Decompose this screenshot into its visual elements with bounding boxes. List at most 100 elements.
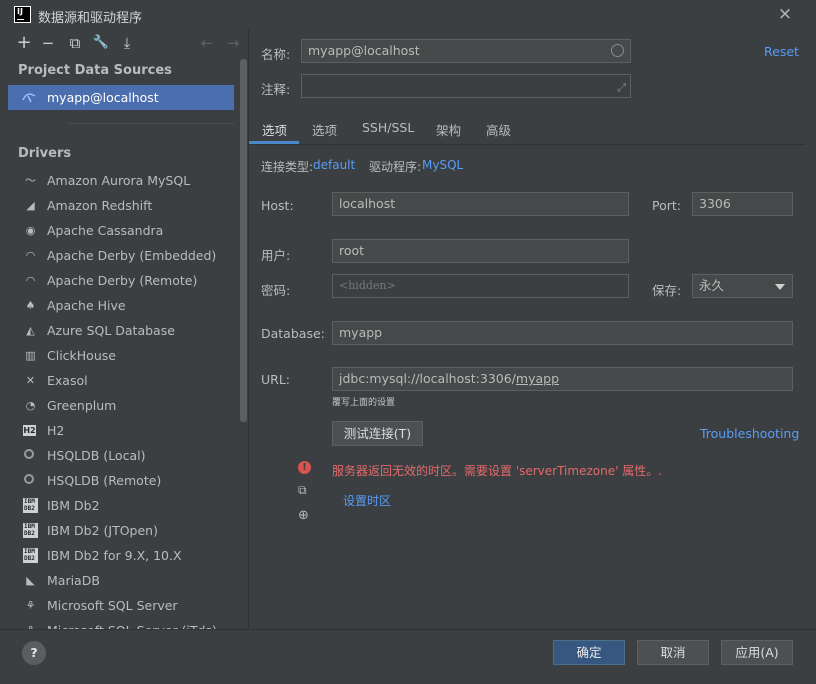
driver-label: 驱动程序: [369, 160, 422, 174]
tab-schemas[interactable]: 架构 [436, 120, 461, 139]
url-input[interactable]: jdbc:mysql://localhost:3306/myapp [332, 367, 793, 391]
wrench-icon[interactable]: 🔧 [91, 33, 111, 53]
host-input[interactable]: localhost [332, 192, 629, 216]
driver-item[interactable]: H2 H2 [8, 418, 238, 443]
driver-item[interactable]: ◔ Greenplum [8, 393, 238, 418]
exasol-icon: ✕ [25, 374, 36, 387]
password-label: 密码: [261, 283, 291, 298]
password-input[interactable]: <hidden> [332, 274, 629, 298]
reset-link[interactable]: Reset [764, 44, 799, 59]
driver-item-label: Greenplum [47, 398, 117, 413]
comment-label: 注释: [261, 82, 291, 97]
cancel-button[interactable]: 取消 [637, 640, 709, 665]
test-connection-button[interactable]: 测试连接(T) [332, 421, 423, 446]
back-arrow-icon[interactable]: ← [197, 33, 217, 53]
save-mode-value: 永久 [699, 278, 725, 293]
close-icon[interactable]: × [775, 4, 795, 24]
hive-icon: ♠ [25, 299, 36, 312]
h2-icon: H2 [23, 425, 36, 436]
ibm-db2-icon: IBM DB2 [23, 548, 38, 563]
azure-icon: ◭ [26, 324, 35, 337]
error-icon: ! [298, 461, 311, 474]
driver-item[interactable]: HSQLDB (Remote) [8, 468, 238, 493]
driver-item[interactable]: ◠ Apache Derby (Embedded) [8, 243, 238, 268]
driver-item[interactable]: IBM DB2 IBM Db2 for 9.X, 10.X [8, 543, 238, 568]
hsqldb-icon [24, 449, 34, 459]
name-value: myapp@localhost [308, 43, 420, 58]
section-divider [68, 123, 234, 124]
forward-arrow-icon[interactable]: → [223, 33, 243, 53]
driver-item[interactable]: ▥ ClickHouse [8, 343, 238, 368]
url-label: URL: [261, 372, 291, 387]
driver-link[interactable]: MySQL [422, 158, 463, 172]
driver-item[interactable]: ◉ Apache Cassandra [8, 218, 238, 243]
comment-input[interactable]: ⤢ [301, 74, 631, 98]
url-hint: 覆写上面的设置 [332, 398, 396, 408]
driver-item-label: HSQLDB (Remote) [47, 473, 162, 488]
remove-icon[interactable]: − [38, 33, 58, 53]
driver-item-label: IBM Db2 for 9.X, 10.X [47, 548, 182, 563]
apply-button[interactable]: 应用(A) [721, 640, 793, 665]
driver-item[interactable]: ⚘Microsoft SQL Server (jTds) [8, 618, 238, 629]
error-message: 服务器返回无效的时区。需要设置 'serverTimezone' 属性。. [332, 464, 663, 478]
cassandra-icon: ◉ [25, 224, 36, 237]
import-icon[interactable]: ⤓ [117, 33, 137, 53]
expand-icon[interactable]: ⤢ [617, 77, 626, 97]
driver-item[interactable]: ◣ MariaDB [8, 568, 238, 593]
derby-icon: ◠ [25, 274, 36, 287]
panel-divider[interactable] [248, 29, 249, 629]
set-timezone-link[interactable]: 设置时区 [343, 492, 391, 509]
driver-item[interactable]: ◢ Amazon Redshift [8, 193, 238, 218]
tab-advanced[interactable]: 高级 [486, 120, 511, 139]
save-mode-dropdown[interactable]: 永久 [692, 274, 793, 298]
port-label: Port: [652, 198, 681, 213]
driver-item-label: Microsoft SQL Server [47, 598, 178, 613]
name-label: 名称: [261, 47, 291, 62]
driver-item[interactable]: HSQLDB (Local) [8, 443, 238, 468]
driver-item[interactable]: 〜 Amazon Aurora MySQL [8, 168, 238, 193]
left-toolbar: + − ⧉ 🔧 ⤓ ← → [8, 29, 248, 57]
project-item-myapp[interactable]: myapp@localhost [8, 85, 234, 110]
scrollbar-thumb[interactable] [240, 59, 247, 422]
copy-icon[interactable]: ⧉ [298, 484, 311, 497]
name-input[interactable]: myapp@localhost [301, 39, 631, 63]
tab-general[interactable]: 选项 [262, 120, 287, 139]
database-label: Database: [261, 326, 325, 341]
driver-item[interactable]: ✕ Exasol [8, 368, 238, 393]
driver-list: 〜 Amazon Aurora MySQL ◢ Amazon Redshift ◉ Apa… [8, 168, 238, 629]
redshift-icon: ◢ [26, 199, 35, 212]
tab-ssh-ssl[interactable]: SSH/SSL [362, 120, 414, 135]
duplicate-icon[interactable]: ⧉ [65, 33, 85, 53]
drivers-heading: Drivers [18, 146, 72, 161]
add-icon[interactable]: + [14, 33, 34, 53]
driver-item[interactable]: ♠ Apache Hive [8, 293, 238, 318]
driver-item[interactable]: IBM DB2 IBM Db2 (JTOpen) [8, 518, 238, 543]
intellij-logo-icon: IJ [14, 6, 31, 23]
driver-item-label: IBM Db2 [47, 498, 100, 513]
dolphin-icon: 〜 [25, 174, 36, 187]
derby-icon: ◠ [25, 249, 36, 262]
host-value: localhost [339, 196, 396, 211]
save-label: 保存: [652, 283, 682, 298]
host-label: Host: [261, 198, 294, 213]
globe-icon[interactable]: ⊕ [298, 509, 312, 523]
user-input[interactable]: root [332, 239, 629, 263]
driver-item[interactable]: ◭ Azure SQL Database [8, 318, 238, 343]
driver-item[interactable]: IBM DB2 IBM Db2 [8, 493, 238, 518]
connection-type-link[interactable]: default [313, 158, 355, 172]
driver-item-label: Exasol [47, 373, 88, 388]
chevron-down-icon [775, 284, 785, 290]
port-input[interactable]: 3306 [692, 192, 793, 216]
ok-button[interactable]: 确定 [553, 640, 625, 665]
driver-item-label: H2 [47, 423, 65, 438]
mysql-icon [22, 93, 36, 103]
clickhouse-icon: ▥ [25, 349, 36, 362]
database-input[interactable]: myapp [332, 321, 793, 345]
driver-item-label: Apache Derby (Embedded) [47, 248, 217, 263]
driver-item[interactable]: ◠ Apache Derby (Remote) [8, 268, 238, 293]
troubleshooting-link[interactable]: Troubleshooting [700, 426, 799, 441]
driver-item[interactable]: ⚘ Microsoft SQL Server [8, 593, 238, 618]
help-button[interactable]: ? [22, 641, 46, 665]
tab-options[interactable]: 选项 [312, 120, 337, 139]
data-sources-panel: + − ⧉ 🔧 ⤓ ← → Project Data Sources myapp… [8, 29, 248, 629]
